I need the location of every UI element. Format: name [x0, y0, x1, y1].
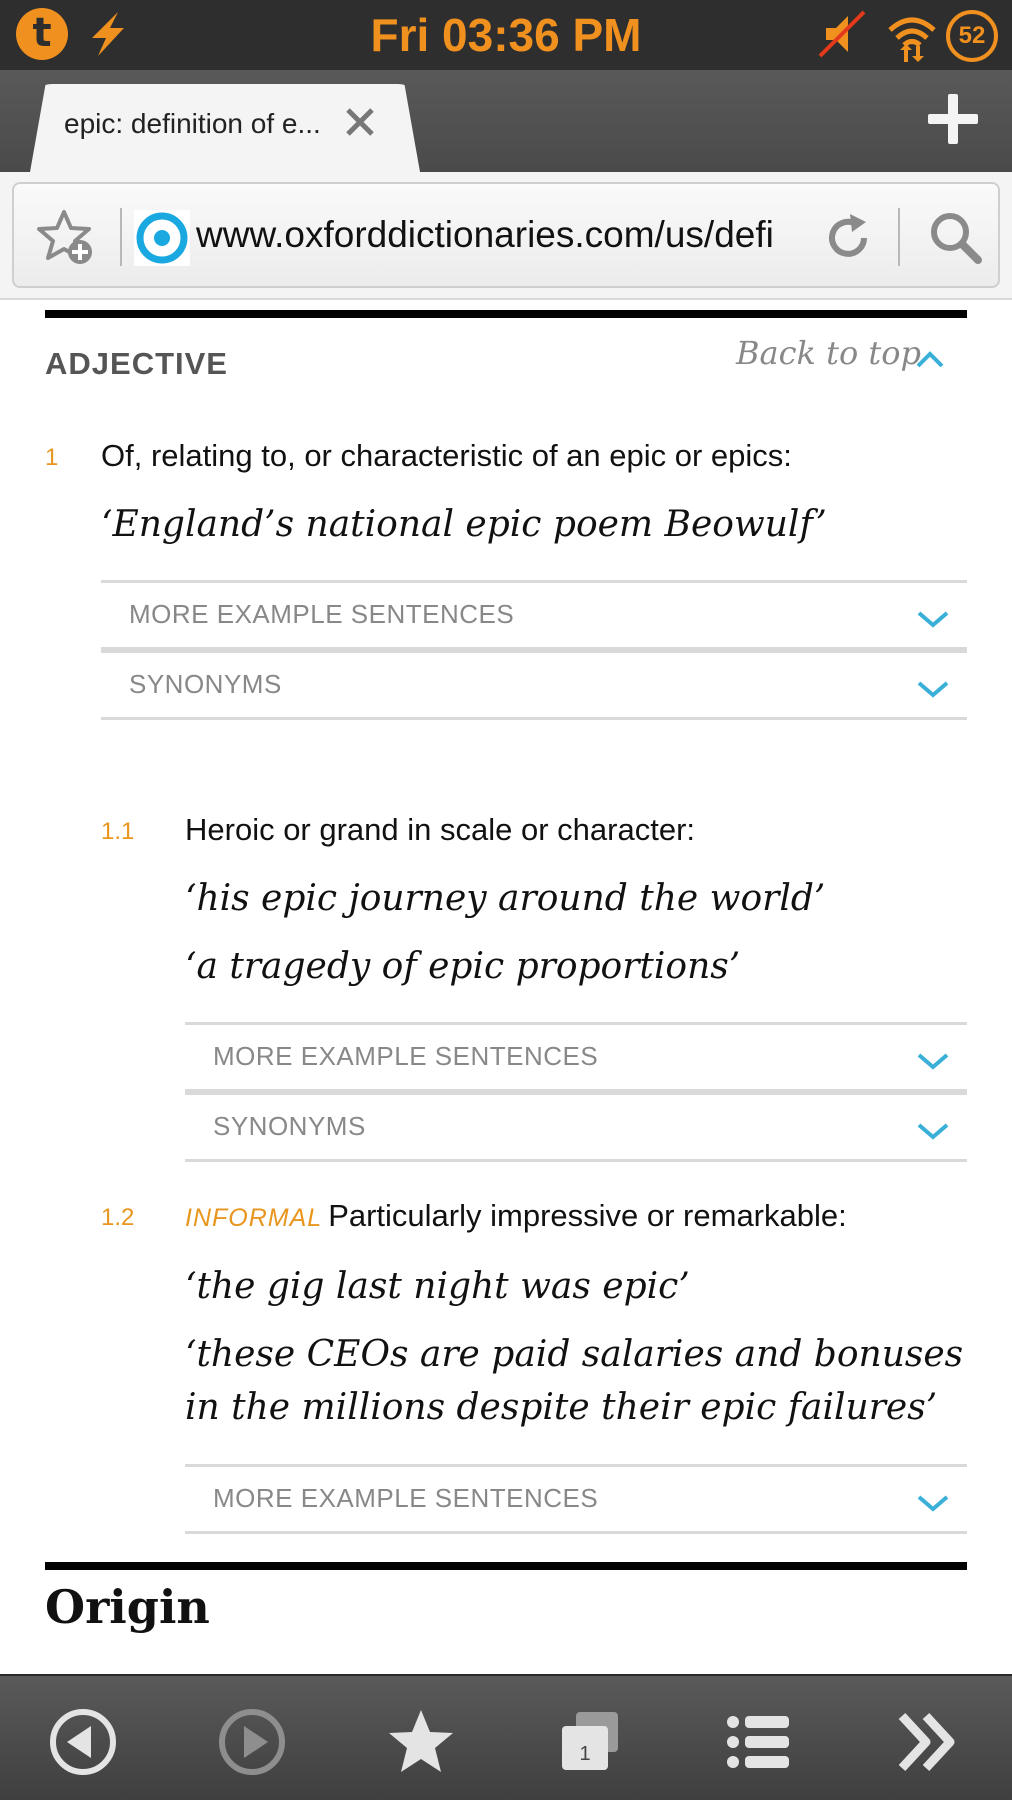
tab-bar: epic: definition of e... — [0, 70, 1012, 172]
back-to-top-link[interactable]: Back to top — [736, 334, 921, 372]
part-of-speech: ADJECTIVE — [45, 346, 228, 381]
plus-icon[interactable] — [924, 90, 982, 148]
address-bar[interactable]: www.oxforddictionaries.com/us/defi — [12, 182, 1000, 288]
chevron-down-icon — [917, 1495, 949, 1512]
chevron-down-icon — [917, 681, 949, 698]
more-examples-toggle[interactable]: MORE EXAMPLE SENTENCES — [185, 1464, 967, 1534]
close-icon[interactable] — [338, 100, 382, 144]
bookmark-star-icon[interactable] — [385, 1706, 457, 1778]
example-sentence: ‘a tragedy of epic proportions’ — [185, 946, 741, 987]
more-examples-toggle[interactable]: MORE EXAMPLE SENTENCES — [101, 580, 967, 650]
chevron-down-icon — [917, 611, 949, 628]
accordion-label: MORE EXAMPLE SENTENCES — [213, 1483, 599, 1513]
svg-text:1: 1 — [579, 1743, 590, 1765]
separator — [120, 208, 122, 266]
status-bar: t Fri 03:36 PM 52 — [0, 0, 1012, 70]
sense-definition: Heroic or grand in scale or character: — [185, 812, 696, 847]
accordion-label: MORE EXAMPLE SENTENCES — [213, 1041, 599, 1071]
more-icon[interactable] — [892, 1706, 964, 1778]
url-toolbar: www.oxforddictionaries.com/us/defi — [0, 172, 1012, 300]
synonyms-toggle[interactable]: SYNONYMS — [185, 1092, 967, 1162]
chevron-up-icon[interactable] — [914, 348, 946, 370]
example-sentence: ‘these CEOs are paid salaries and bonuse… — [185, 1334, 964, 1428]
tabs-icon[interactable]: 1 — [554, 1706, 626, 1778]
synonyms-toggle[interactable]: SYNONYMS — [101, 650, 967, 720]
add-bookmark-icon[interactable] — [36, 208, 96, 268]
page-content[interactable]: ADJECTIVE Back to top 1 Of, relating to,… — [0, 300, 1012, 1674]
accordion-label: SYNONYMS — [129, 669, 282, 699]
definition-text: Particularly impressive or remarkable: — [328, 1198, 847, 1233]
accordion-label: MORE EXAMPLE SENTENCES — [129, 599, 515, 629]
chevron-down-icon — [917, 1123, 949, 1140]
sense-number: 1.1 — [101, 818, 135, 845]
search-icon[interactable] — [926, 208, 984, 266]
menu-list-icon[interactable] — [723, 1706, 795, 1778]
separator — [898, 208, 900, 266]
forward-icon[interactable] — [216, 1706, 288, 1778]
example-sentence: ‘England’s national epic poem Beowulf’ — [101, 504, 827, 545]
origin-heading: Origin — [45, 1580, 210, 1634]
example-sentence: ‘the gig last night was epic’ — [185, 1266, 690, 1307]
chevron-down-icon — [917, 1053, 949, 1070]
more-examples-toggle[interactable]: MORE EXAMPLE SENTENCES — [185, 1022, 967, 1092]
wifi-icon — [888, 17, 936, 62]
sense-definition: INFORMAL Particularly impressive or remar… — [185, 1198, 967, 1234]
section-rule — [45, 310, 967, 318]
site-favicon — [134, 210, 190, 266]
section-rule — [45, 1562, 967, 1570]
sense-definition: Of, relating to, or characteristic of an… — [101, 438, 792, 473]
example-sentence: ‘his epic journey around the world’ — [185, 878, 826, 919]
back-icon[interactable] — [47, 1706, 119, 1778]
url-input[interactable]: www.oxforddictionaries.com/us/defi — [196, 214, 780, 256]
accordion-label: SYNONYMS — [213, 1111, 366, 1141]
battery-icon: 52 — [946, 10, 998, 62]
sense-number: 1.2 — [101, 1204, 135, 1231]
sense-number: 1 — [45, 444, 59, 471]
reload-icon[interactable] — [820, 210, 876, 266]
tab-title: epic: definition of e... — [64, 108, 321, 139]
register-label: INFORMAL — [185, 1204, 323, 1232]
mute-icon — [818, 10, 866, 58]
bottom-toolbar: 1 — [0, 1674, 1012, 1800]
tab-active[interactable]: epic: definition of e... — [30, 84, 420, 172]
